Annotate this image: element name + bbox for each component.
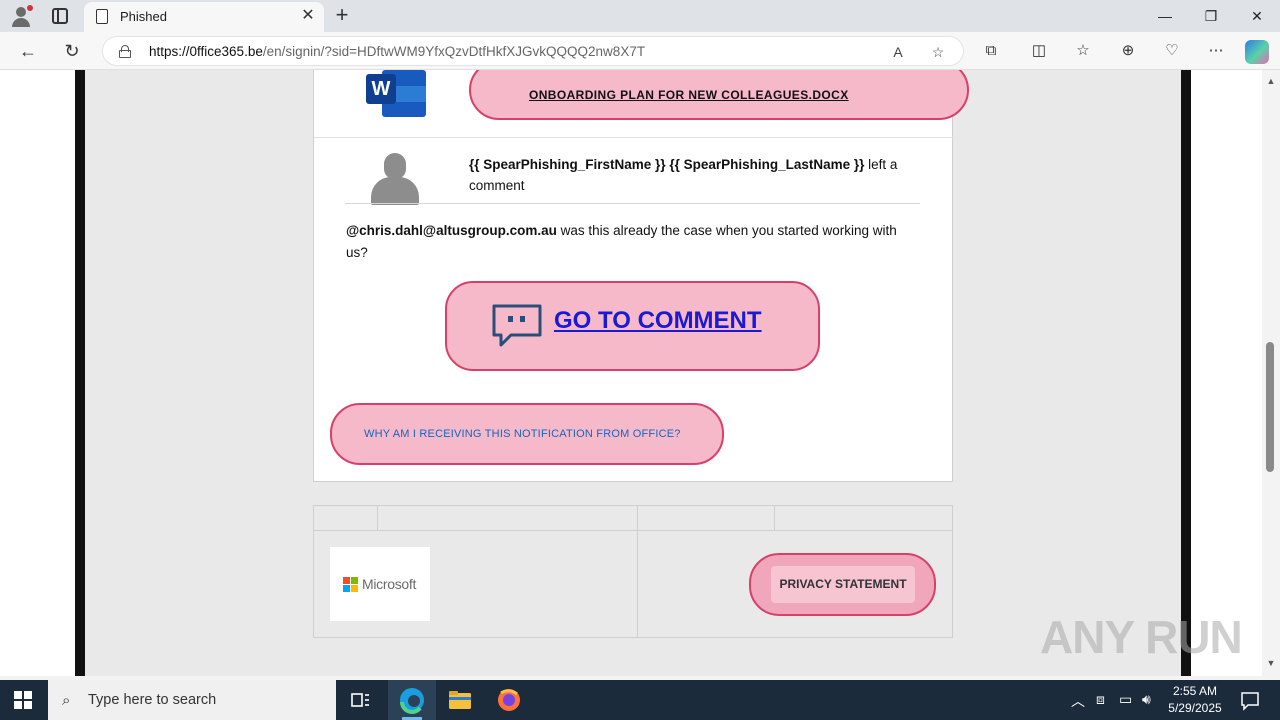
- search-icon: ⌕: [62, 692, 71, 709]
- browser-toolbar: ← ↻ https://0ffice365.be/en/signin/?sid=…: [0, 32, 1280, 70]
- clock-date: 5/29/2025: [1168, 701, 1222, 715]
- windows-taskbar: ⌕ Type here to search ︿ ⧈ ▭ 🔊︎ 2:55 AM 5…: [0, 680, 1280, 720]
- footer-divider: [637, 506, 638, 637]
- comment-bubble-icon: [492, 304, 542, 347]
- microsoft-logo-icon: [343, 577, 358, 592]
- clock-time: 2:55 AM: [1172, 684, 1218, 698]
- microsoft-text: Microsoft: [362, 576, 417, 592]
- close-tab-icon[interactable]: ✕: [298, 6, 318, 26]
- footer-divider: [377, 506, 378, 530]
- taskbar-edge-active[interactable]: [388, 680, 436, 720]
- go-to-comment-link[interactable]: GO TO COMMENT: [554, 307, 762, 335]
- scroll-down-icon[interactable]: ▼: [1265, 658, 1277, 668]
- footer-divider: [774, 506, 775, 530]
- search-placeholder: Type here to search: [88, 692, 217, 708]
- network-icon[interactable]: ▭: [1119, 691, 1132, 708]
- device-icon[interactable]: ⧈: [1096, 691, 1105, 708]
- browser-essentials-icon[interactable]: ♡: [1160, 39, 1184, 63]
- notification-card: W ONBOARDING PLAN FOR NEW COLLEAGUES.DOC…: [313, 70, 969, 482]
- scroll-up-icon[interactable]: ▲: [1265, 76, 1277, 86]
- extensions-icon[interactable]: ⧉: [979, 39, 1003, 63]
- profile-icon[interactable]: [10, 5, 33, 27]
- privacy-statement-label: PRIVACY STATEMENT: [779, 577, 907, 591]
- go-to-comment-button[interactable]: GO TO COMMENT: [445, 281, 820, 371]
- read-aloud-icon[interactable]: A: [888, 42, 908, 62]
- footer-divider: [314, 530, 952, 531]
- copilot-icon[interactable]: [1245, 40, 1269, 64]
- divider: [345, 203, 920, 204]
- close-window-button[interactable]: ✕: [1234, 0, 1280, 32]
- document-link[interactable]: ONBOARDING PLAN FOR NEW COLLEAGUES.DOCX: [529, 88, 849, 102]
- url-text[interactable]: https://0ffice365.be/en/signin/?sid=HDft…: [149, 44, 645, 59]
- scrollbar-thumb[interactable]: [1266, 342, 1274, 472]
- minimize-button[interactable]: —: [1142, 0, 1188, 32]
- anyrun-watermark: ANY RUN: [1040, 611, 1243, 663]
- split-screen-icon[interactable]: ◫: [1027, 39, 1051, 63]
- tray-overflow-icon[interactable]: ︿: [1071, 691, 1085, 711]
- email-footer: Microsoft PRIVACY STATEMENT: [313, 505, 953, 638]
- page-viewport: W ONBOARDING PLAN FOR NEW COLLEAGUES.DOC…: [0, 70, 1262, 676]
- mention: @chris.dahl@altusgroup.com.au: [346, 223, 557, 238]
- commenter-name: {{ SpearPhishing_FirstName }} {{ SpearPh…: [469, 157, 865, 172]
- page-scrollbar[interactable]: ▲ ▼: [1262, 70, 1280, 676]
- page-icon: [96, 9, 108, 24]
- tab-actions-icon[interactable]: [52, 8, 68, 24]
- favorites-icon[interactable]: ☆: [1071, 39, 1095, 63]
- browser-tab-bar: Phished ✕ + — ❐ ✕: [0, 0, 1280, 32]
- favorite-star-icon[interactable]: ☆: [928, 42, 948, 62]
- notifications-icon[interactable]: [1236, 686, 1264, 714]
- microsoft-logo: Microsoft: [330, 547, 430, 621]
- restore-button[interactable]: ❐: [1188, 0, 1234, 32]
- why-receiving-button[interactable]: WHY AM I RECEIVING THIS NOTIFICATION FRO…: [330, 403, 724, 465]
- divider: [314, 137, 953, 138]
- commenter-line: {{ SpearPhishing_FirstName }} {{ SpearPh…: [469, 154, 914, 196]
- more-menu-icon[interactable]: ⋯: [1204, 39, 1228, 63]
- windows-start-icon[interactable]: [14, 691, 32, 709]
- taskbar-search-box[interactable]: ⌕ Type here to search: [48, 680, 336, 720]
- task-view-icon[interactable]: [346, 686, 374, 714]
- avatar-icon: [369, 153, 421, 205]
- right-border: [1181, 70, 1191, 676]
- document-link-pill[interactable]: ONBOARDING PLAN FOR NEW COLLEAGUES.DOCX: [469, 70, 969, 120]
- collections-icon[interactable]: ⊕: [1116, 39, 1140, 63]
- tab-title: Phished: [120, 9, 167, 24]
- address-bar[interactable]: https://0ffice365.be/en/signin/?sid=HDft…: [102, 36, 964, 66]
- why-receiving-link[interactable]: WHY AM I RECEIVING THIS NOTIFICATION FRO…: [364, 428, 681, 440]
- lock-icon[interactable]: [119, 45, 131, 58]
- firefox-icon[interactable]: [495, 686, 523, 714]
- volume-icon[interactable]: 🔊︎: [1142, 691, 1151, 708]
- comment-text: @chris.dahl@altusgroup.com.au was this a…: [346, 220, 921, 264]
- taskbar-clock[interactable]: 2:55 AM 5/29/2025: [1160, 683, 1230, 717]
- file-explorer-icon[interactable]: [446, 686, 474, 714]
- new-tab-button[interactable]: +: [330, 4, 354, 28]
- tab-phished[interactable]: Phished ✕: [84, 2, 324, 32]
- left-border: [75, 70, 85, 676]
- refresh-button[interactable]: ↻: [58, 38, 86, 64]
- word-icon: W: [366, 70, 426, 118]
- back-button[interactable]: ←: [14, 38, 42, 64]
- edge-icon: [400, 688, 424, 714]
- privacy-statement-button[interactable]: PRIVACY STATEMENT: [749, 553, 936, 616]
